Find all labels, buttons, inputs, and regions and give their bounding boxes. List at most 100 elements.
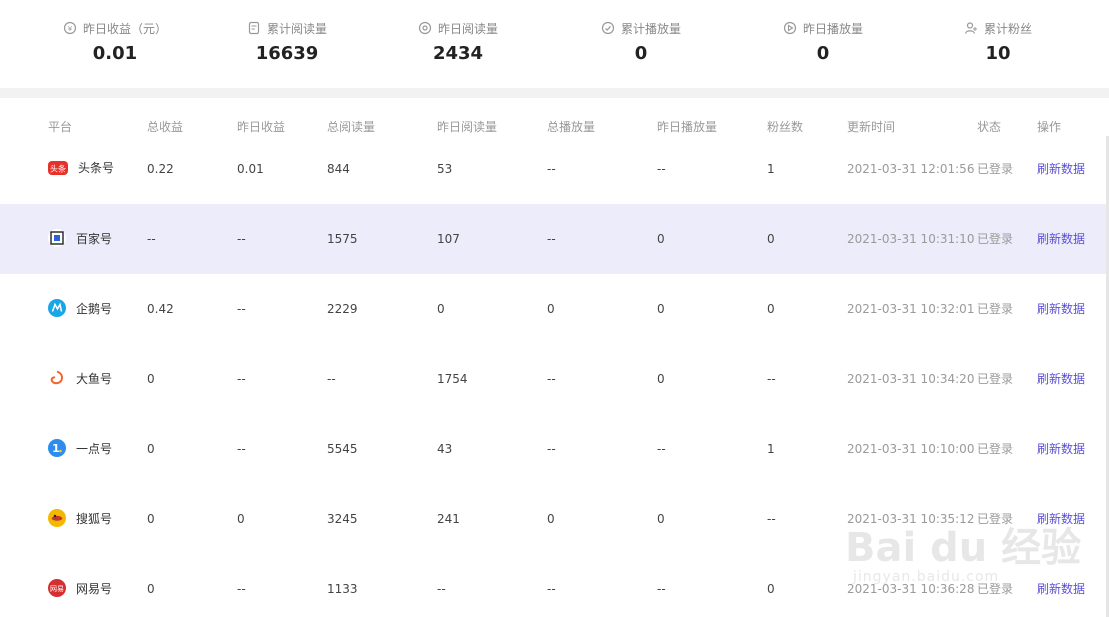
- stat-value: 16639: [255, 43, 319, 64]
- platform-cell: 企鹅号: [48, 299, 112, 317]
- yesterday-reads: 43: [437, 442, 453, 456]
- col-header-total-reads: 总阅读量: [327, 120, 376, 134]
- col-header-platform: 平台: [48, 120, 73, 134]
- col-header-status: 状态: [977, 120, 1002, 134]
- platform-cell: 百家号: [48, 229, 112, 247]
- login-status: 已登录: [977, 302, 1014, 316]
- total-plays: --: [547, 442, 556, 456]
- document-icon: [247, 21, 261, 35]
- user-plus-icon: [964, 21, 978, 35]
- stat-label: 累计阅读量: [266, 21, 327, 36]
- updated-time: 2021-03-31 10:10:00: [847, 442, 975, 456]
- total-income: 0.22: [147, 162, 174, 176]
- col-header-yesterday-plays: 昨日播放量: [657, 120, 718, 134]
- login-status: 已登录: [977, 442, 1014, 456]
- updated-time: 2021-03-31 10:31:10: [847, 232, 975, 246]
- platform-name: 网易号: [76, 581, 113, 596]
- yesterday-reads: 241: [437, 512, 460, 526]
- stat-yesterday-plays: 昨日播放量 0: [748, 18, 898, 66]
- total-reads: 1133: [327, 582, 358, 596]
- table-row: 企鹅号 0.42 -- 2229 0 0 0 0 2021-03-31 10:3…: [0, 274, 1109, 344]
- refresh-data-link[interactable]: 刷新数据: [1037, 301, 1085, 317]
- watermark-sub: jingyan.baidu.com: [853, 569, 1000, 585]
- total-income: 0: [147, 442, 155, 456]
- stat-value: 10: [985, 43, 1011, 64]
- fans-count: --: [767, 512, 776, 526]
- fans-count: 1: [767, 442, 775, 456]
- stat-label: 昨日播放量: [802, 21, 863, 36]
- yidian-icon: 1: [48, 439, 66, 457]
- updated-time: 2021-03-31 10:32:01: [847, 302, 975, 316]
- stat-value: 2434: [432, 43, 484, 64]
- svg-text:¥: ¥: [68, 25, 73, 33]
- total-plays: --: [547, 162, 556, 176]
- col-header-yesterday-reads: 昨日阅读量: [437, 120, 498, 134]
- total-income: 0: [147, 372, 155, 386]
- platform-name: 头条号: [78, 161, 115, 175]
- yesterday-income: 0.01: [237, 162, 264, 176]
- refresh-data-link[interactable]: 刷新数据: [1037, 371, 1085, 387]
- yesterday-plays: --: [657, 582, 666, 596]
- total-reads: 3245: [327, 512, 358, 526]
- fans-count: 0: [767, 302, 775, 316]
- yesterday-reads: 1754: [437, 372, 468, 386]
- total-income: --: [147, 232, 156, 246]
- wangyi-icon: 网易: [48, 579, 66, 597]
- login-status: 已登录: [977, 372, 1014, 386]
- total-income: 0: [147, 582, 155, 596]
- total-reads: --: [327, 372, 336, 386]
- yesterday-income: --: [237, 302, 246, 316]
- stat-value: 0.01: [92, 43, 138, 64]
- refresh-data-link[interactable]: 刷新数据: [1037, 161, 1085, 177]
- col-header-updated: 更新时间: [847, 120, 896, 134]
- total-plays: 0: [547, 512, 555, 526]
- yesterday-income: --: [237, 582, 246, 596]
- total-reads: 1575: [327, 232, 358, 246]
- yesterday-income: 0: [237, 512, 245, 526]
- stat-total-plays: 累计播放量 0: [566, 18, 716, 66]
- stat-value: 0: [816, 43, 830, 64]
- play-circle-icon: [601, 21, 615, 35]
- svg-text:1: 1: [52, 442, 60, 455]
- platform-cell: 大鱼号: [48, 369, 112, 387]
- col-header-total-plays: 总播放量: [547, 120, 596, 134]
- refresh-data-link[interactable]: 刷新数据: [1037, 231, 1085, 247]
- total-reads: 5545: [327, 442, 358, 456]
- refresh-data-link[interactable]: 刷新数据: [1037, 441, 1085, 457]
- yesterday-income: --: [237, 232, 246, 246]
- table-row: 百家号 -- -- 1575 107 -- 0 0 2021-03-31 10:…: [0, 204, 1109, 274]
- total-plays: 0: [547, 302, 555, 316]
- table-row: 大鱼号 0 -- -- 1754 -- 0 -- 2021-03-31 10:3…: [0, 344, 1109, 414]
- yesterday-plays: --: [657, 162, 666, 176]
- platform-cell: 1 一点号: [48, 439, 112, 457]
- stat-yesterday-income: ¥ 昨日收益（元） 0.01: [40, 18, 190, 66]
- stat-value: 0: [634, 43, 648, 64]
- svg-text:网易: 网易: [50, 585, 64, 593]
- platform-name: 百家号: [76, 231, 113, 246]
- table-row: 头条 头条号 0.22 0.01 844 53 -- -- 1 2021-03-…: [0, 134, 1109, 204]
- login-status: 已登录: [977, 162, 1014, 176]
- stat-total-fans: 累计粉丝 10: [923, 18, 1073, 66]
- section-divider: [0, 88, 1109, 98]
- fans-count: 1: [767, 162, 775, 176]
- yesterday-income: --: [237, 442, 246, 456]
- platform-name: 企鹅号: [76, 301, 113, 316]
- sohu-icon: [48, 509, 66, 527]
- platform-cell: 网易 网易号: [48, 579, 112, 597]
- total-plays: --: [547, 582, 556, 596]
- col-header-fans: 粉丝数: [767, 120, 804, 134]
- platform-cell: 头条 头条号: [48, 159, 114, 176]
- stats-bar: ¥ 昨日收益（元） 0.01 累计阅读量 16639 昨日阅读量 2434 累计…: [0, 0, 1109, 88]
- fans-count: 0: [767, 582, 775, 596]
- platform-name: 大鱼号: [76, 371, 113, 386]
- stat-label: 累计粉丝: [983, 21, 1032, 36]
- stat-label: 累计播放量: [620, 21, 681, 36]
- toutiao-icon: 头条: [48, 160, 68, 175]
- stat-label: 昨日阅读量: [437, 21, 498, 36]
- yesterday-reads: 53: [437, 162, 453, 176]
- table-row: 1 一点号 0 -- 5545 43 -- -- 1 2021-03-31 10…: [0, 414, 1109, 484]
- total-reads: 844: [327, 162, 350, 176]
- updated-time: 2021-03-31 10:34:20: [847, 372, 975, 386]
- baijia-icon: [48, 229, 66, 247]
- yesterday-plays: 0: [657, 512, 665, 526]
